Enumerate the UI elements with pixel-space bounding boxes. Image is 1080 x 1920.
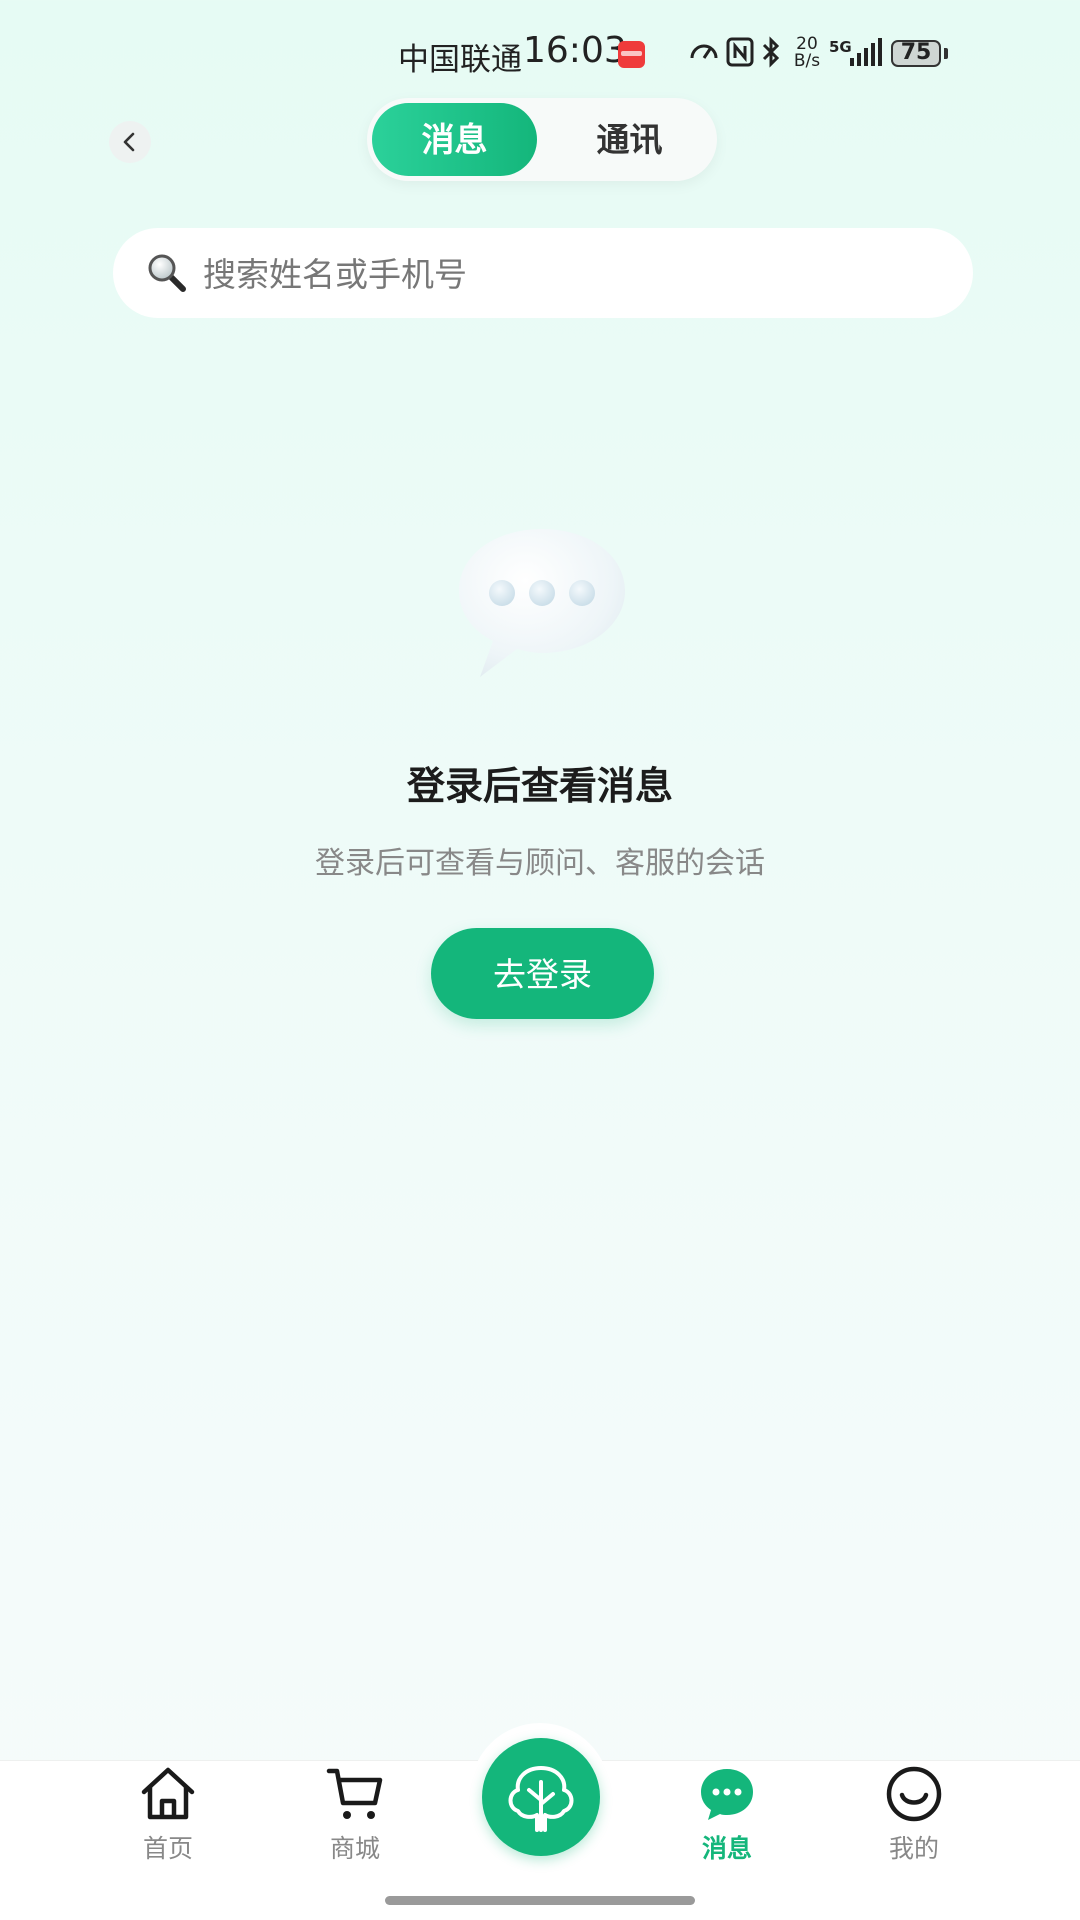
net-speed: 20 B/s bbox=[792, 36, 822, 70]
search-icon bbox=[148, 254, 186, 292]
cart-icon bbox=[326, 1768, 383, 1819]
signal-icon bbox=[850, 38, 882, 66]
tab-messages[interactable]: 消息 bbox=[372, 103, 537, 176]
search-bar[interactable] bbox=[113, 228, 973, 320]
speedometer-icon bbox=[690, 44, 718, 59]
carrier-label: 中国联通 bbox=[398, 42, 522, 78]
status-bar: 中国联通 16:03 20 B/s 5G 75 bbox=[0, 30, 1080, 80]
tab-switcher: 消息 通讯 bbox=[367, 98, 717, 181]
tab-contacts[interactable]: 通讯 bbox=[547, 103, 712, 176]
search-input[interactable] bbox=[201, 228, 945, 320]
chevron-left-icon bbox=[123, 132, 135, 152]
home-indicator[interactable] bbox=[385, 1896, 695, 1905]
tree-icon bbox=[508, 1766, 574, 1832]
empty-state-title: 登录后查看消息 bbox=[406, 764, 673, 808]
nav-item-messages[interactable]: 消息 bbox=[667, 1765, 787, 1875]
home-icon bbox=[141, 1767, 195, 1820]
battery-indicator: 75 bbox=[891, 40, 941, 67]
nfc-icon bbox=[726, 37, 754, 67]
nav-label-mall: 商城 bbox=[329, 1834, 380, 1863]
nav-label-home: 首页 bbox=[142, 1834, 193, 1863]
center-action-button[interactable] bbox=[482, 1738, 600, 1856]
nav-item-me[interactable]: 我的 bbox=[854, 1765, 974, 1875]
app-notification-icon bbox=[618, 41, 645, 68]
net-speed-unit: B/s bbox=[793, 51, 821, 71]
nav-item-home[interactable]: 首页 bbox=[108, 1765, 228, 1875]
back-button[interactable] bbox=[109, 121, 151, 163]
chat-bubble-icon bbox=[459, 529, 625, 677]
battery-cap bbox=[944, 48, 948, 59]
empty-state-subtitle: 登录后可查看与顾问、客服的会话 bbox=[315, 846, 765, 881]
nav-label-me: 我的 bbox=[888, 1834, 939, 1863]
smile-icon bbox=[886, 1766, 942, 1822]
clock: 16:03 bbox=[523, 30, 627, 71]
login-button[interactable]: 去登录 bbox=[431, 928, 654, 1019]
nav-label-messages: 消息 bbox=[701, 1834, 752, 1863]
nav-item-mall[interactable]: 商城 bbox=[295, 1765, 415, 1875]
message-icon bbox=[701, 1769, 753, 1820]
bluetooth-icon bbox=[762, 36, 780, 68]
